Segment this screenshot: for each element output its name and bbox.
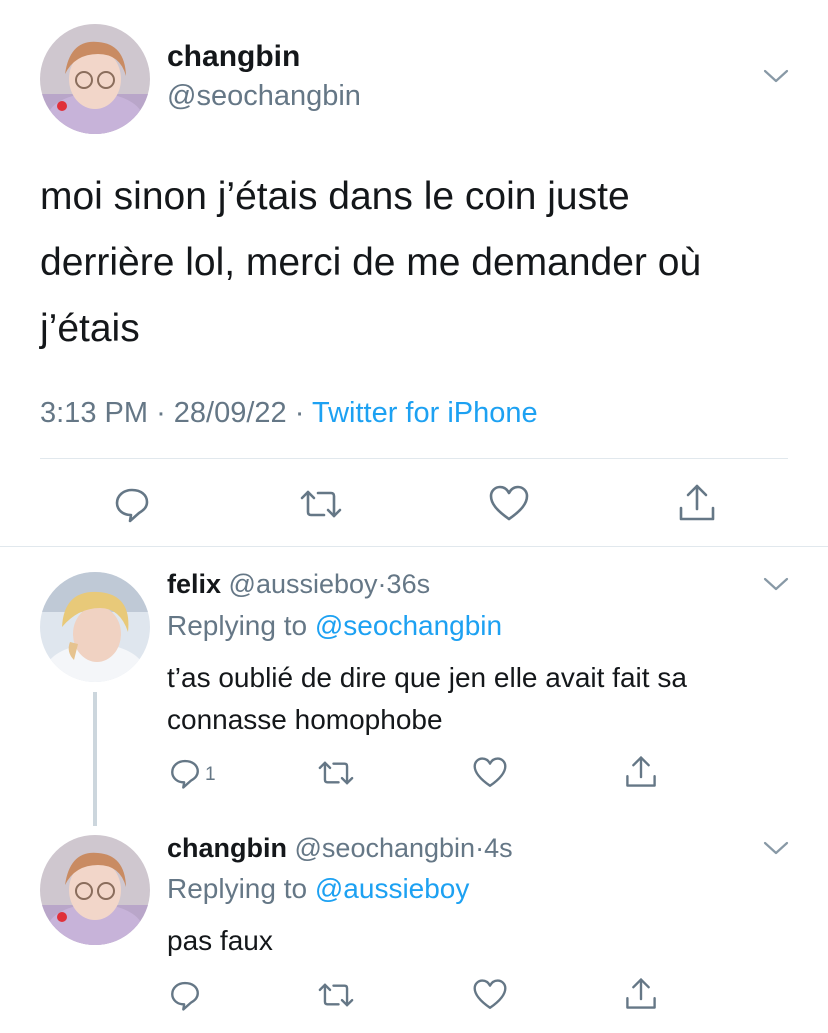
reply-text-line: t’as oublié de dire que jen elle avait f…	[167, 662, 687, 693]
section-divider	[0, 546, 828, 547]
replying-to-link[interactable]: @seochangbin	[315, 610, 502, 641]
reply-text-line: connasse homophobe	[167, 704, 443, 735]
reply-icon[interactable]	[168, 756, 202, 790]
share-icon[interactable]	[624, 976, 658, 1012]
heart-icon[interactable]	[472, 978, 508, 1012]
avatar[interactable]	[40, 24, 150, 134]
reply-timestamp[interactable]: 4s	[484, 833, 513, 863]
heart-icon[interactable]	[488, 484, 530, 524]
user-handle[interactable]: @seochangbin	[295, 833, 476, 863]
display-name[interactable]: changbin	[167, 40, 300, 74]
tweet-text: moi sinon j’étais dans le coin juste der…	[40, 164, 800, 362]
share-icon[interactable]	[624, 754, 658, 790]
tweet-time[interactable]: 3:13 PM	[40, 397, 148, 429]
separator-dot: ·	[294, 397, 305, 429]
display-name[interactable]: felix	[167, 569, 221, 599]
reply-icon[interactable]	[112, 484, 152, 524]
tweet-text-line: derrière lol, merci de me demander où	[40, 241, 702, 284]
reply-text: t’as oublié de dire que jen elle avait f…	[167, 657, 807, 741]
reply-timestamp[interactable]: 36s	[387, 569, 431, 599]
chevron-down-icon[interactable]	[761, 574, 791, 594]
retweet-icon[interactable]	[316, 978, 356, 1012]
reply-count: 1	[205, 764, 216, 785]
chevron-down-icon[interactable]	[761, 66, 791, 86]
tweet-source-link[interactable]: Twitter for iPhone	[312, 397, 538, 429]
replying-to: Replying to @seochangbin	[167, 610, 502, 642]
reply-text: pas faux	[167, 920, 807, 962]
replying-to-link[interactable]: @aussieboy	[315, 873, 470, 904]
heart-icon[interactable]	[472, 756, 508, 790]
retweet-icon[interactable]	[298, 484, 344, 524]
divider	[40, 458, 788, 459]
avatar[interactable]	[40, 572, 150, 682]
tweet-text-line: j’étais	[40, 307, 140, 350]
user-handle[interactable]: @aussieboy	[229, 569, 378, 599]
reply-header: changbin @seochangbin·4s	[167, 833, 513, 864]
thread-line	[93, 692, 97, 826]
share-icon[interactable]	[677, 482, 717, 524]
chevron-down-icon[interactable]	[761, 838, 791, 858]
retweet-icon[interactable]	[316, 756, 356, 790]
user-handle[interactable]: @seochangbin	[167, 80, 361, 113]
separator-dot: ·	[377, 569, 387, 599]
tweet-text-line: moi sinon j’étais dans le coin juste	[40, 175, 630, 218]
avatar[interactable]	[40, 835, 150, 945]
tweet-meta: 3:13 PM · 28/09/22 · Twitter for iPhone	[40, 397, 538, 430]
tweet-date[interactable]: 28/09/22	[174, 397, 287, 429]
separator-dot: ·	[475, 833, 485, 863]
replying-prefix: Replying to	[167, 873, 308, 904]
display-name[interactable]: changbin	[167, 833, 287, 863]
reply-icon[interactable]	[168, 978, 202, 1012]
reply-text-line: pas faux	[167, 925, 273, 956]
replying-to: Replying to @aussieboy	[167, 873, 469, 905]
replying-prefix: Replying to	[167, 610, 308, 641]
separator-dot: ·	[156, 397, 166, 429]
reply-header: felix @aussieboy·36s	[167, 569, 430, 600]
